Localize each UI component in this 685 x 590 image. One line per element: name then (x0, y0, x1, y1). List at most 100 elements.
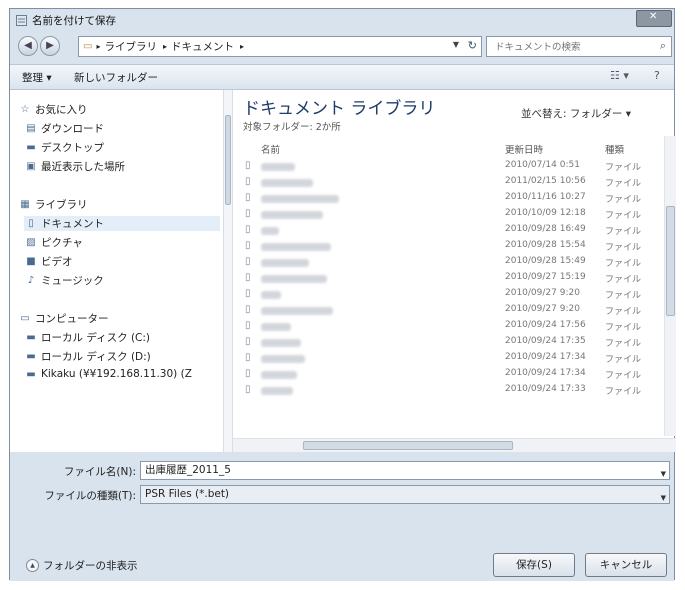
file-row-name-redacted[interactable] (261, 259, 309, 267)
nav-pane-scrollbar[interactable] (223, 90, 233, 452)
file-row-type[interactable]: ファイル (605, 256, 641, 269)
column-header-name[interactable]: 名前 (261, 142, 280, 156)
file-row-date[interactable]: 2010/09/24 17:35 (505, 336, 586, 346)
file-row-type[interactable]: ファイル (605, 272, 641, 285)
nav-videos[interactable]: ■ ビデオ (24, 254, 72, 269)
new-folder-button[interactable]: 新しいフォルダー (74, 70, 158, 85)
view-options-icon[interactable]: ☷ ▾ (610, 69, 629, 82)
close-button[interactable] (636, 10, 672, 27)
file-row-date[interactable]: 2010/09/24 17:56 (505, 320, 586, 330)
nav-network-drive[interactable]: ▬ Kikaku (¥¥192.168.11.30) (Z (24, 368, 192, 380)
file-row-type[interactable]: ファイル (605, 384, 641, 397)
file-row-type[interactable]: ファイル (605, 320, 641, 333)
nav-recent-places[interactable]: ▣ 最近表示した場所 (24, 159, 125, 174)
library-subtitle[interactable]: 対象フォルダー: 2か所 (243, 119, 341, 133)
file-row-name-redacted[interactable] (261, 227, 279, 235)
address-bar-row: ◀ ▶ ▭ ▸ ライブラリ ▸ ドキュメント ▸ ▼ ↻ ⌕ (10, 31, 674, 63)
file-row-name-redacted[interactable] (261, 195, 339, 203)
file-row-type[interactable]: ファイル (605, 176, 641, 189)
column-header-type[interactable]: 種類 (605, 142, 624, 156)
scrollbar-thumb[interactable] (303, 441, 513, 450)
scrollbar-thumb[interactable] (666, 206, 675, 316)
nav-computer[interactable]: ▭ コンピューター (18, 311, 109, 326)
file-row-date[interactable]: 2010/09/24 17:34 (505, 352, 586, 362)
file-row-date[interactable]: 2010/09/27 9:20 (505, 304, 580, 314)
nav-downloads[interactable]: ▤ ダウンロード (24, 121, 104, 136)
file-row-name-redacted[interactable] (261, 355, 305, 363)
nav-documents[interactable]: ▯ ドキュメント (24, 216, 220, 231)
file-row-type[interactable]: ファイル (605, 160, 641, 173)
chevron-down-icon[interactable]: ▼ (661, 466, 666, 483)
nav-favorites[interactable]: ☆ お気に入り (18, 102, 88, 117)
search-icon[interactable]: ⌕ (660, 39, 666, 53)
nav-pictures[interactable]: ▨ ピクチャ (24, 235, 83, 250)
file-row-name-redacted[interactable] (261, 179, 313, 187)
nav-libraries[interactable]: ▦ ライブラリ (18, 197, 87, 212)
address-dropdown-icon[interactable]: ▼ (453, 40, 459, 49)
nav-local-disk-d[interactable]: ▬ ローカル ディスク (D:) (24, 349, 151, 364)
file-row-name-redacted[interactable] (261, 307, 333, 315)
nav-music[interactable]: ♪ ミュージック (24, 273, 104, 288)
nav-favorites-label: お気に入り (35, 104, 88, 116)
file-row-date[interactable]: 2010/09/27 9:20 (505, 288, 580, 298)
file-row-date[interactable]: 2010/09/24 17:34 (505, 368, 586, 378)
file-row-name-redacted[interactable] (261, 323, 291, 331)
file-row-name-redacted[interactable] (261, 163, 295, 171)
file-row-type[interactable]: ファイル (605, 288, 641, 301)
refresh-icon[interactable]: ↻ (468, 39, 477, 52)
scrollbar-thumb[interactable] (225, 115, 231, 205)
file-row-type[interactable]: ファイル (605, 304, 641, 317)
file-row-date[interactable]: 2010/09/27 15:19 (505, 272, 586, 282)
computer-icon: ▭ (20, 313, 30, 324)
file-row-type[interactable]: ファイル (605, 224, 641, 237)
file-list-vertical-scrollbar[interactable] (664, 136, 676, 436)
nav-computer-label: コンピューター (35, 313, 109, 325)
file-row-name-redacted[interactable] (261, 275, 327, 283)
filename-value[interactable]: 出庫履歴_2011_5 (145, 464, 231, 476)
file-icon: ▯ (245, 304, 251, 315)
file-row-type[interactable]: ファイル (605, 352, 641, 365)
breadcrumb-documents[interactable]: ドキュメント (171, 39, 234, 54)
search-box[interactable]: ⌕ (486, 36, 672, 57)
file-row-type[interactable]: ファイル (605, 336, 641, 349)
nav-local-disk-c[interactable]: ▬ ローカル ディスク (C:) (24, 330, 150, 345)
hide-folders-toggle[interactable]: ▲ フォルダーの非表示 (26, 558, 138, 573)
filename-field[interactable]: 出庫履歴_2011_5 ▼ (140, 461, 670, 480)
back-button[interactable]: ◀ (18, 36, 38, 56)
nav-desktop[interactable]: ▬ デスクトップ (24, 140, 104, 155)
file-row-date[interactable]: 2010/09/28 16:49 (505, 224, 586, 234)
column-header-date[interactable]: 更新日時 (505, 142, 543, 156)
file-row-name-redacted[interactable] (261, 291, 281, 299)
file-row-type[interactable]: ファイル (605, 368, 641, 381)
file-row-name-redacted[interactable] (261, 211, 323, 219)
file-row-date[interactable]: 2010/11/16 10:27 (505, 192, 586, 202)
chevron-down-icon[interactable]: ▼ (661, 490, 666, 507)
help-icon[interactable]: ? (654, 69, 660, 82)
save-button[interactable]: 保存(S) (493, 553, 575, 577)
file-row-date[interactable]: 2010/09/28 15:49 (505, 256, 586, 266)
address-field[interactable]: ▭ ▸ ライブラリ ▸ ドキュメント ▸ ▼ ↻ (78, 36, 482, 57)
file-row-type[interactable]: ファイル (605, 208, 641, 221)
file-row-name-redacted[interactable] (261, 243, 331, 251)
breadcrumb-separator-icon: ▸ (162, 42, 167, 51)
breadcrumb-libraries[interactable]: ライブラリ (104, 39, 157, 54)
file-row-date[interactable]: 2010/09/28 15:54 (505, 240, 586, 250)
file-row-name-redacted[interactable] (261, 339, 301, 347)
file-row-date[interactable]: 2010/09/24 17:33 (505, 384, 586, 394)
file-row-name-redacted[interactable] (261, 371, 297, 379)
search-input[interactable] (493, 37, 647, 57)
nav-recent-label: 最近表示した場所 (41, 161, 125, 173)
cancel-button[interactable]: キャンセル (585, 553, 667, 577)
file-row-date[interactable]: 2010/10/09 12:18 (505, 208, 586, 218)
filetype-value[interactable]: PSR Files (*.bet) (145, 488, 229, 500)
file-row-date[interactable]: 2010/07/14 0:51 (505, 160, 580, 170)
filetype-select[interactable]: PSR Files (*.bet) ▼ (140, 485, 670, 504)
organize-button[interactable]: 整理 ▾ (22, 70, 52, 85)
file-list-horizontal-scrollbar[interactable] (233, 438, 676, 452)
file-row-type[interactable]: ファイル (605, 192, 641, 205)
forward-button[interactable]: ▶ (40, 36, 60, 56)
arrange-by-dropdown[interactable]: 並べ替え: フォルダー ▾ (521, 106, 631, 121)
file-row-name-redacted[interactable] (261, 387, 293, 395)
file-row-type[interactable]: ファイル (605, 240, 641, 253)
file-row-date[interactable]: 2011/02/15 10:56 (505, 176, 586, 186)
